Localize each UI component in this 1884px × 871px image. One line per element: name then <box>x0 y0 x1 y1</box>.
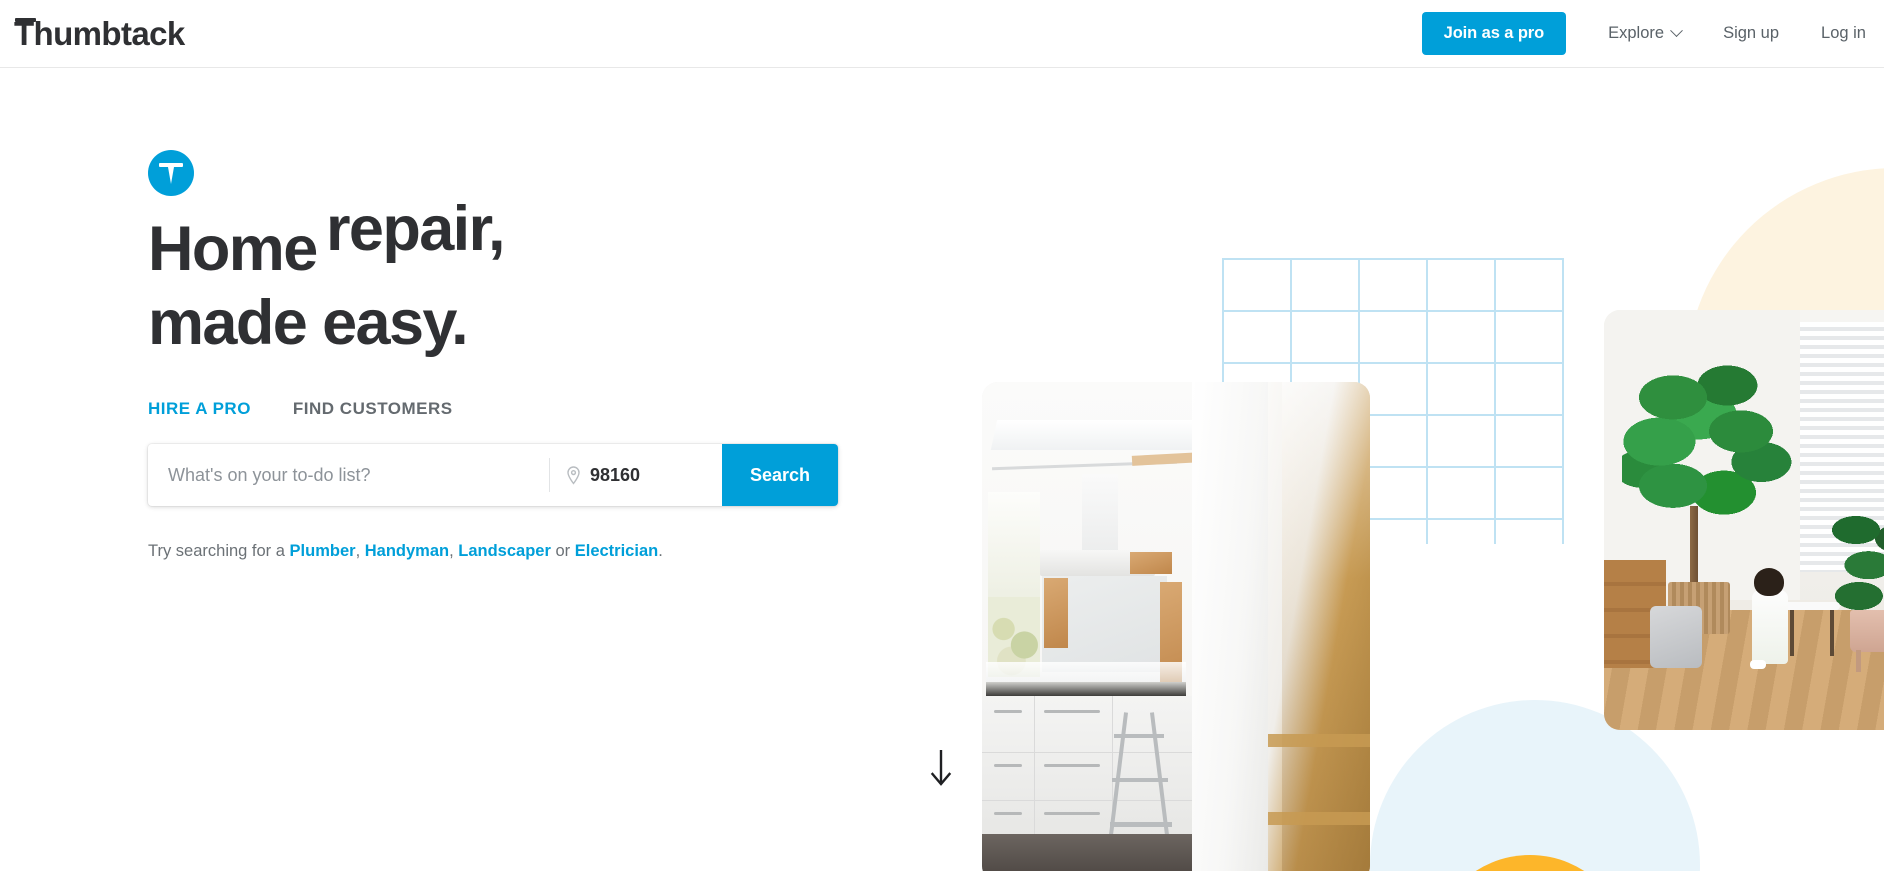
suggestions-sep-1: , <box>355 542 365 560</box>
search-input[interactable] <box>148 444 549 506</box>
thumbtack-pin-icon <box>148 150 194 196</box>
nav-item-signup[interactable]: Sign up <box>1723 24 1779 43</box>
zip-code-input[interactable] <box>590 464 708 486</box>
headline-line-2: made easy. <box>148 288 469 358</box>
child-figure <box>1752 590 1788 664</box>
headline-rotating-word-in: repair, <box>326 194 506 264</box>
fiddle-leaf-fig <box>1622 360 1792 530</box>
suggestions-sep-2: , <box>449 542 459 560</box>
hero-section: Home repair, improvement, made easy. HIR… <box>148 150 838 561</box>
suggestions-sep-3: or <box>550 542 575 560</box>
rubber-plant <box>1832 508 1884 618</box>
arrow-down-icon <box>930 750 952 786</box>
search-suggestions: Try searching for a Plumber, Handyman, L… <box>148 542 838 561</box>
logo-text: Thumbtack <box>14 15 185 52</box>
search-button[interactable]: Search <box>722 444 838 506</box>
nav-item-explore[interactable]: Explore <box>1608 24 1683 43</box>
hero-tabs: HIRE A PRO FIND CUSTOMERS <box>148 399 838 422</box>
search-bar: Search <box>148 444 838 506</box>
headline-static-word: Home <box>148 214 318 284</box>
location-field-wrap[interactable] <box>550 444 722 506</box>
stepladder <box>1107 712 1172 847</box>
logo-wordmark: Thumbtack <box>12 17 185 50</box>
suggestion-link-handyman[interactable]: Handyman <box>365 542 449 560</box>
suggestions-prefix: Try searching for a <box>148 542 290 560</box>
tab-find-customers[interactable]: FIND CUSTOMERS <box>293 399 453 422</box>
tab-hire-a-pro[interactable]: HIRE A PRO <box>148 399 251 422</box>
headline-word-rotator: repair, improvement, <box>326 192 766 266</box>
scroll-down-button[interactable] <box>928 748 954 793</box>
page-title: Home repair, improvement, made easy. <box>148 198 788 358</box>
suggestions-suffix: . <box>658 542 663 560</box>
header-nav: Join as a pro Explore Sign up Log in <box>1421 0 1866 68</box>
nav-item-login[interactable]: Log in <box>1821 24 1866 43</box>
nursery-photo <box>1604 310 1884 730</box>
kitchen-renovation-photo <box>982 382 1370 871</box>
thumbtack-homepage: Thumbtack Join as a pro Explore Sign up … <box>0 0 1884 871</box>
thumbtack-logo[interactable]: Thumbtack <box>12 0 185 68</box>
explore-label: Explore <box>1608 24 1665 42</box>
suggestion-link-landscaper[interactable]: Landscaper <box>458 542 551 560</box>
map-pin-icon <box>567 465 580 485</box>
suggestion-link-plumber[interactable]: Plumber <box>290 542 356 560</box>
suggestion-link-electrician[interactable]: Electrician <box>575 542 658 560</box>
join-as-a-pro-button[interactable]: Join as a pro <box>1421 12 1567 55</box>
chevron-down-icon <box>1670 24 1683 38</box>
site-header: Thumbtack Join as a pro Explore Sign up … <box>0 0 1884 68</box>
